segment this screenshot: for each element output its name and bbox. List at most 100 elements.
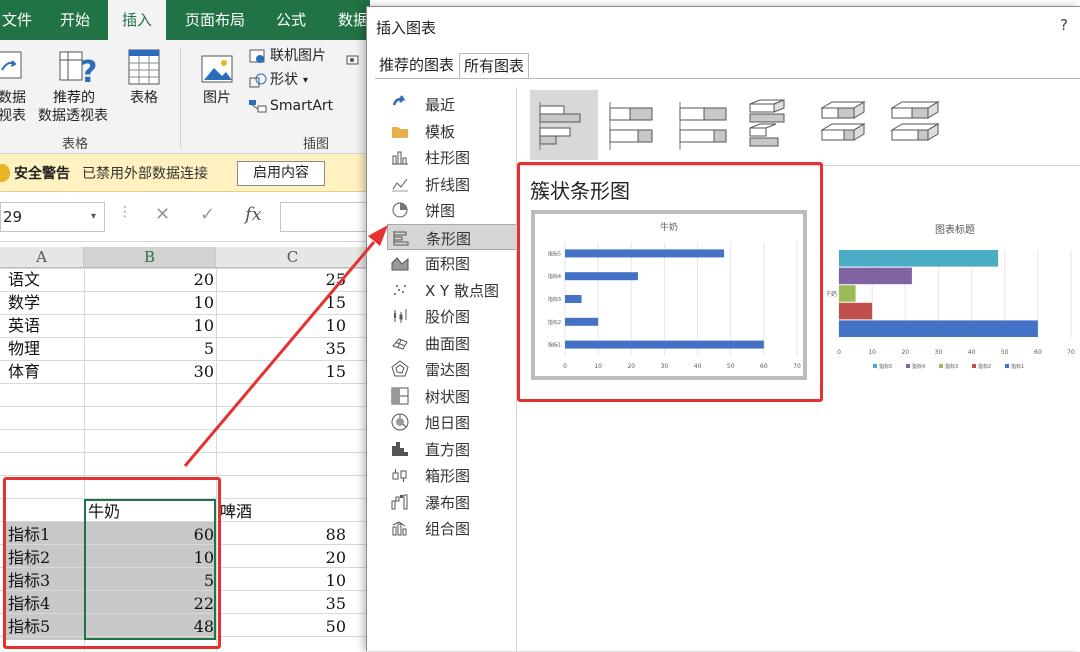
- cell-subject[interactable]: 体育: [8, 361, 40, 383]
- formula-input[interactable]: [280, 202, 370, 232]
- shapes-label[interactable]: 形状: [270, 72, 298, 89]
- chart-preview-2[interactable]: 图表标题 0 10 20 30 40 50 60 70 牛奶 指标5 指标4 指标3 指标2 指标1: [825, 210, 1080, 380]
- screenshot-icon[interactable]: [346, 54, 360, 66]
- folder-icon: [392, 126, 408, 138]
- chart-category-item[interactable]: 瀑布图: [387, 489, 517, 515]
- cell-subject[interactable]: 语文: [8, 269, 40, 291]
- shapes-icon: [249, 73, 267, 88]
- chart-category-label: 模板: [425, 122, 456, 141]
- cell-subject[interactable]: 物理: [8, 338, 40, 360]
- formula-bar-more-icon[interactable]: ⋮: [118, 204, 132, 220]
- chart-category-item[interactable]: 条形图: [387, 223, 517, 250]
- cell-beer-value[interactable]: 10: [216, 570, 346, 592]
- ribbon-insert: 数据 视表 ? 推荐的 数据透视表 表格 表格 图片 联机图片 形状 ▾ Sma…: [0, 40, 370, 154]
- online-picture-label[interactable]: 联机图片: [270, 48, 326, 65]
- subtype-3d-clustered-bar[interactable]: [740, 90, 808, 160]
- column-header-c[interactable]: C: [216, 247, 370, 268]
- cell-score-c[interactable]: 15: [216, 292, 346, 314]
- tab-recommended-charts[interactable]: 推荐的图表: [375, 53, 458, 79]
- chart-category-item[interactable]: 柱形图: [387, 144, 517, 170]
- subtype-clustered-bar[interactable]: [530, 90, 598, 160]
- chart-category-label: 曲面图: [425, 334, 471, 353]
- chart-title: 图表标题: [935, 223, 975, 236]
- cell-beer-value[interactable]: 50: [216, 616, 346, 638]
- chart-category-item[interactable]: 旭日图: [387, 409, 517, 435]
- chart-category-item[interactable]: 雷达图: [387, 356, 517, 382]
- tab-divider: [375, 78, 1080, 79]
- subtype-3d-stacked-bar[interactable]: [810, 90, 878, 160]
- chart-category-label: X Y 散点图: [425, 281, 499, 300]
- column-header-a[interactable]: A: [0, 247, 84, 268]
- row-gridline: [0, 475, 370, 476]
- x-tick-label: 70: [1067, 349, 1075, 356]
- cell-beer-value[interactable]: 20: [216, 547, 346, 569]
- cell-score-b[interactable]: 10: [84, 292, 214, 314]
- chart-category-item[interactable]: 最近: [387, 91, 517, 117]
- svg-text:?: ?: [80, 55, 97, 86]
- area-chart-icon: [391, 257, 409, 271]
- chart-category-label: 饼图: [425, 202, 456, 220]
- chart-category-item[interactable]: 箱形图: [387, 462, 517, 488]
- tab-all-charts[interactable]: 所有图表: [459, 53, 530, 79]
- recommended-pivot-icon[interactable]: ?: [58, 48, 98, 86]
- tab-home[interactable]: 开始: [52, 0, 98, 40]
- x-tick-label: 0: [837, 349, 841, 356]
- tab-page-layout[interactable]: 页面布局: [180, 0, 250, 40]
- cell-beer-value[interactable]: 88: [216, 524, 346, 546]
- chart-category-item[interactable]: 饼图: [387, 197, 517, 223]
- chart-category-item[interactable]: 组合图: [387, 515, 517, 541]
- cell-score-b[interactable]: 20: [84, 269, 214, 291]
- cell-score-c[interactable]: 15: [216, 361, 346, 383]
- tab-file[interactable]: 文件: [0, 0, 40, 40]
- legend-label: 指标1: [1011, 363, 1024, 370]
- tab-insert[interactable]: 插入: [108, 0, 166, 40]
- clustered-bar-icon: [539, 102, 581, 150]
- name-box[interactable]: 29 ▾: [0, 202, 105, 232]
- bar: [839, 320, 1038, 337]
- bar: [839, 285, 856, 302]
- cell-score-b[interactable]: 30: [84, 361, 214, 383]
- cell-beer-value[interactable]: 35: [216, 593, 346, 615]
- legend-swatch: [873, 364, 877, 368]
- subtype-100-stacked-bar[interactable]: [670, 90, 738, 160]
- bar: [839, 302, 873, 320]
- enter-icon[interactable]: ✓: [200, 204, 215, 225]
- table-icon[interactable]: [128, 48, 162, 86]
- cancel-icon[interactable]: ✕: [155, 204, 170, 225]
- chart-category-item[interactable]: 面积图: [387, 250, 517, 276]
- row-gridline: [0, 383, 370, 384]
- cell-score-b[interactable]: 10: [84, 315, 214, 337]
- chart-category-item[interactable]: X Y 散点图: [387, 277, 517, 303]
- chart-category-item[interactable]: 树状图: [387, 383, 517, 409]
- chart-category-label: 条形图: [426, 229, 472, 248]
- subtype-3d-100-stacked-bar[interactable]: [880, 90, 948, 160]
- chart-category-item[interactable]: 直方图: [387, 436, 517, 462]
- insert-function-icon[interactable]: fx: [245, 204, 262, 225]
- pivot-table-icon[interactable]: [0, 50, 24, 80]
- cell-score-c[interactable]: 25: [216, 269, 346, 291]
- chart-category-item[interactable]: 折线图: [387, 171, 517, 197]
- cell-score-c[interactable]: 10: [216, 315, 346, 337]
- tab-data[interactable]: 数据: [330, 0, 370, 40]
- enable-content-button[interactable]: 启用内容: [237, 161, 325, 186]
- chart-category-item[interactable]: 模板: [387, 118, 517, 144]
- cell-subject[interactable]: 数学: [8, 292, 40, 314]
- column-header-b[interactable]: B: [84, 247, 216, 268]
- chart-category-item[interactable]: 曲面图: [387, 330, 517, 356]
- smartart-icon: [249, 100, 267, 113]
- subtype-stacked-bar[interactable]: [600, 90, 668, 160]
- cell-score-b[interactable]: 5: [84, 338, 214, 360]
- picture-icon[interactable]: [200, 50, 238, 86]
- cell-subject[interactable]: 英语: [8, 315, 40, 337]
- help-icon[interactable]: ?: [1060, 16, 1068, 34]
- cell-header-beer[interactable]: 啤酒: [220, 501, 252, 523]
- column-chart-icon: [392, 151, 408, 165]
- shapes-dropdown-icon[interactable]: ▾: [303, 72, 308, 89]
- radar-chart-icon: [391, 360, 409, 377]
- cell-score-c[interactable]: 35: [216, 338, 346, 360]
- smartart-label[interactable]: SmartArt: [270, 98, 333, 115]
- chart-category-item[interactable]: 股价图: [387, 303, 517, 329]
- chevron-down-icon[interactable]: ▾: [91, 203, 96, 231]
- tab-formulas[interactable]: 公式: [268, 0, 314, 40]
- security-warning-title: 安全警告: [14, 166, 70, 182]
